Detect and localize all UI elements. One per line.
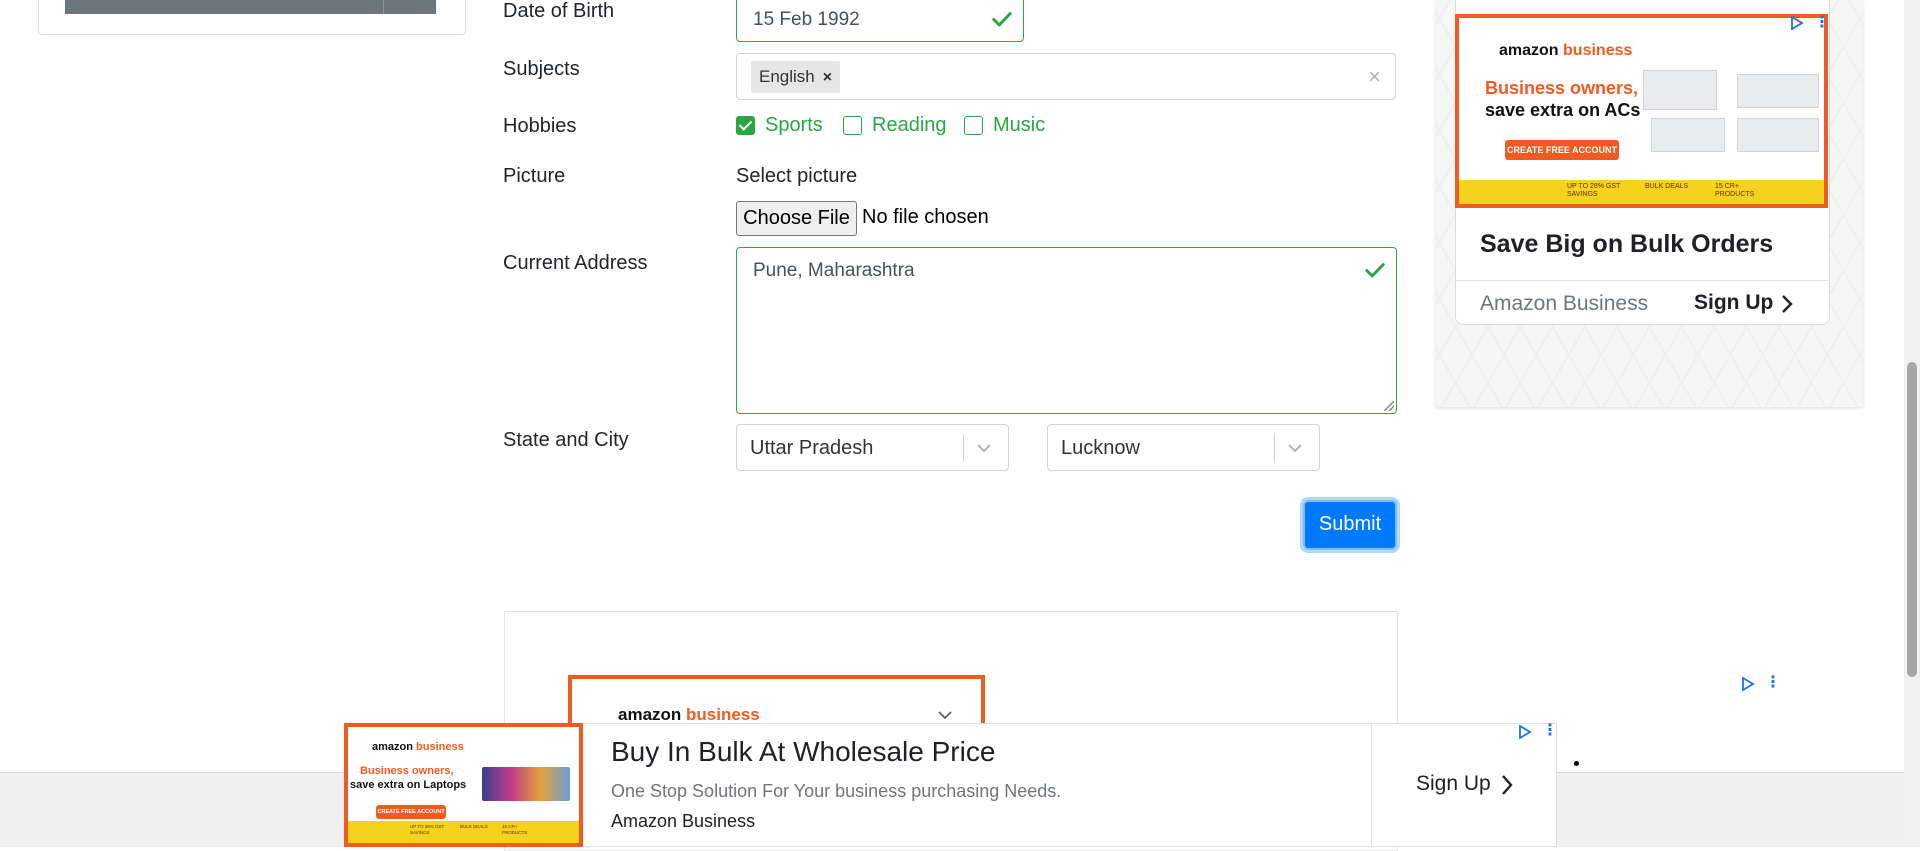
chevron-right-icon[interactable] [1780,294,1794,314]
file-status: No file chosen [862,206,989,228]
sports-label[interactable]: Sports [765,114,823,137]
bottom-banner-line-1: Business owners, [360,765,454,777]
valid-check-icon [992,12,1012,27]
scrollbar-thumb[interactable] [1907,362,1917,677]
bottom-ad-description: One Stop Solution For Your business purc… [611,781,1062,801]
amazon-business-logo: amazon business [1499,42,1633,59]
choose-file-button[interactable]: Choose File [736,201,857,236]
remove-chip-icon[interactable]: × [823,69,832,86]
sports-checkbox[interactable] [736,116,755,135]
subjects-label: Subjects [503,58,580,80]
ad-options-icon[interactable]: ⋮ [1542,720,1558,740]
subject-chip: English × [751,61,841,93]
resize-handle[interactable] [1384,401,1394,411]
right-ad-banner[interactable]: amazon business Business owners, save ex… [1455,14,1828,208]
chevron-down-icon[interactable] [937,709,953,721]
chevron-right-icon[interactable] [1500,774,1514,796]
offer-strip: UP TO 28% GST SAVINGS BULK DEALS 15 CR+ … [1459,180,1824,204]
strip-item: 15 CR+ PRODUCTS [1715,183,1755,198]
music-label[interactable]: Music [993,114,1045,137]
hobby-sports[interactable]: Sports [736,114,823,137]
picture-label: Picture [503,165,566,187]
amazon-business-logo: amazon business [372,741,464,753]
dot-indicator [1574,761,1579,766]
valid-check-icon [1365,263,1385,278]
bottom-banner-line-2: save extra on Laptops [350,779,467,791]
product-image [1737,74,1819,108]
chevron-down-icon[interactable] [1287,440,1303,456]
submit-button[interactable]: Submit [1303,500,1397,550]
dob-label: Date of Birth [503,0,615,22]
product-image [1651,118,1725,152]
ad-options-icon[interactable]: ⋮ [1814,12,1830,32]
subject-chip-label: English [759,67,815,86]
strip-item: BULK DEALS [460,824,488,829]
state-value: Uttar Pradesh [750,437,874,459]
hobby-reading[interactable]: Reading [843,114,947,137]
strip-item: UP TO 28% GST SAVINGS [1567,183,1621,198]
bottom-ad-title[interactable]: Buy In Bulk At Wholesale Price [611,736,995,768]
divider [1456,280,1828,281]
right-ad-headline-2: save extra on ACs [1485,100,1641,120]
laptops-image [482,767,570,801]
bottom-ad-banner[interactable]: amazon business Business owners, save ex… [344,723,583,847]
hobby-music[interactable]: Music [964,114,1045,137]
address-label: Current Address [503,252,648,274]
address-value: Pune, Maharashtra [753,260,915,281]
select-separator [963,434,964,462]
music-checkbox[interactable] [964,116,983,135]
product-image [1643,70,1717,110]
adchoices-icon[interactable] [1790,16,1804,30]
amazon-business-logo: amazon business [618,705,760,724]
adchoices-icon[interactable] [1741,677,1755,691]
hobbies-label: Hobbies [503,115,577,137]
bottom-ad-advertiser: Amazon Business [611,811,756,831]
right-ad-title[interactable]: Save Big on Bulk Orders [1480,230,1773,259]
dob-input[interactable]: 15 Feb 1992 [736,0,1024,42]
bottom-ad-signup[interactable]: Sign Up [1416,772,1491,796]
product-image [1737,118,1819,152]
divider [1371,723,1372,847]
city-value: Lucknow [1061,437,1140,459]
clear-icon[interactable]: × [1368,64,1381,90]
sidebar-active-item[interactable] [65,0,436,14]
dob-value: 15 Feb 1992 [753,9,860,30]
address-textarea[interactable]: Pune, Maharashtra [736,247,1397,414]
subjects-input[interactable]: English × × [736,53,1396,100]
state-select[interactable]: Uttar Pradesh [736,424,1009,471]
reading-label[interactable]: Reading [872,114,947,137]
offer-strip: UP TO 28% GST SAVINGS BULK DEALS 15 CR+ … [348,821,579,843]
picture-prompt: Select picture [736,165,858,187]
create-account-button[interactable]: CREATE FREE ACCOUNT [376,805,446,819]
strip-item: UP TO 28% GST SAVINGS [410,824,445,835]
state-city-label: State and City [503,429,629,451]
adchoices-icon[interactable] [1518,725,1532,739]
chevron-down-icon[interactable] [976,440,992,456]
right-ad-advertiser: Amazon Business [1480,292,1649,315]
create-account-button[interactable]: CREATE FREE ACCOUNT [1505,140,1619,160]
right-ad-signup[interactable]: Sign Up [1694,291,1773,315]
reading-checkbox[interactable] [843,116,862,135]
strip-item: 15 CR+ PRODUCTS [502,824,528,835]
select-separator [1274,434,1275,462]
ad-options-icon[interactable]: ⋮ [1765,672,1781,692]
city-select[interactable]: Lucknow [1047,424,1320,471]
strip-item: BULK DEALS [1645,183,1689,190]
right-ad-headline-1: Business owners, [1485,78,1639,98]
